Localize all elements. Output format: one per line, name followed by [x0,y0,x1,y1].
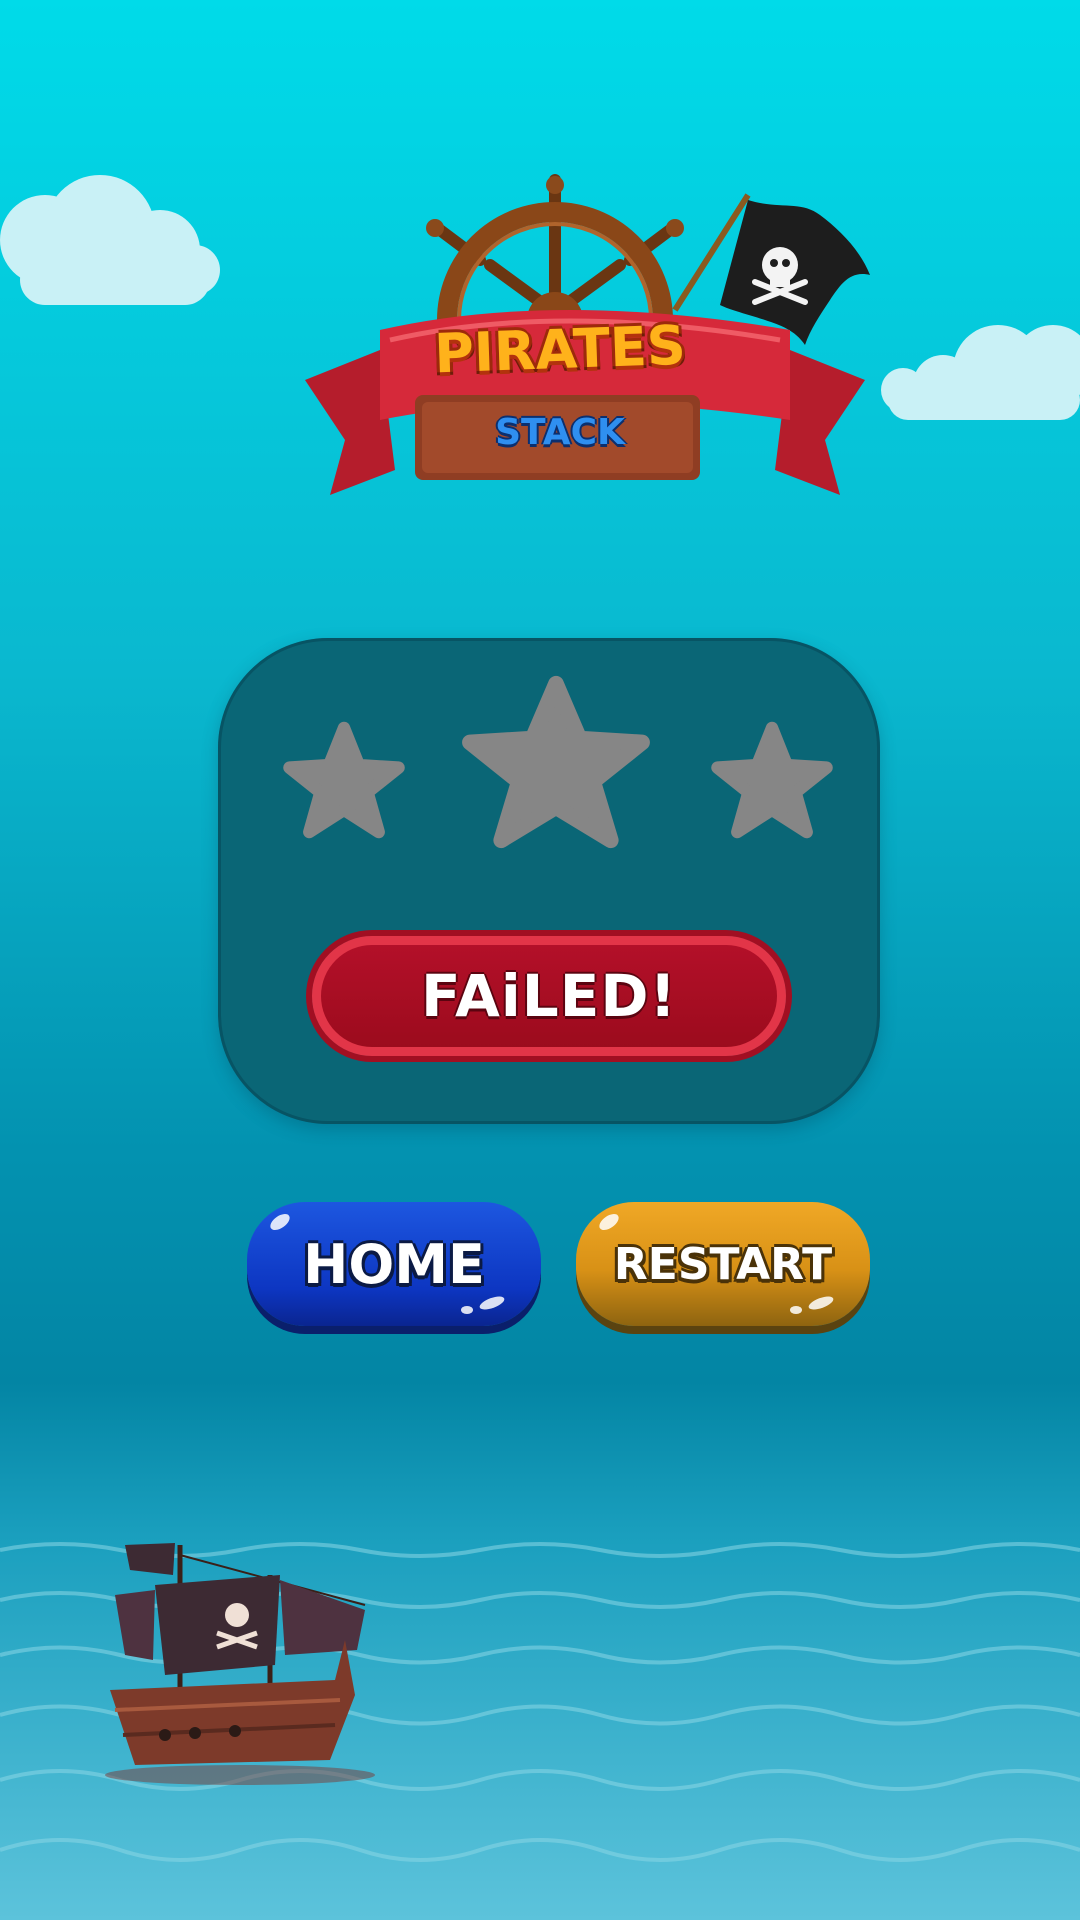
logo-title: PIRATES [433,313,687,386]
star-icon-right [711,721,833,839]
restart-button[interactable]: RESTART [576,1202,870,1326]
home-button-label: HOME [303,1232,485,1296]
restart-button-label: RESTART [613,1238,833,1290]
star-icon-left [283,721,405,839]
game-logo: PIRATES STACK [300,170,870,500]
failed-status-banner: FAiLED! [312,936,786,1056]
failed-status-label: FAiLED! [421,962,677,1030]
logo-subtitle: STACK [495,412,625,453]
cloud-right [881,325,1080,420]
pirate-ship-icon [105,1543,375,1785]
home-button[interactable]: HOME [247,1202,541,1326]
cloud-left [0,175,220,305]
star-icon-center [462,675,650,849]
